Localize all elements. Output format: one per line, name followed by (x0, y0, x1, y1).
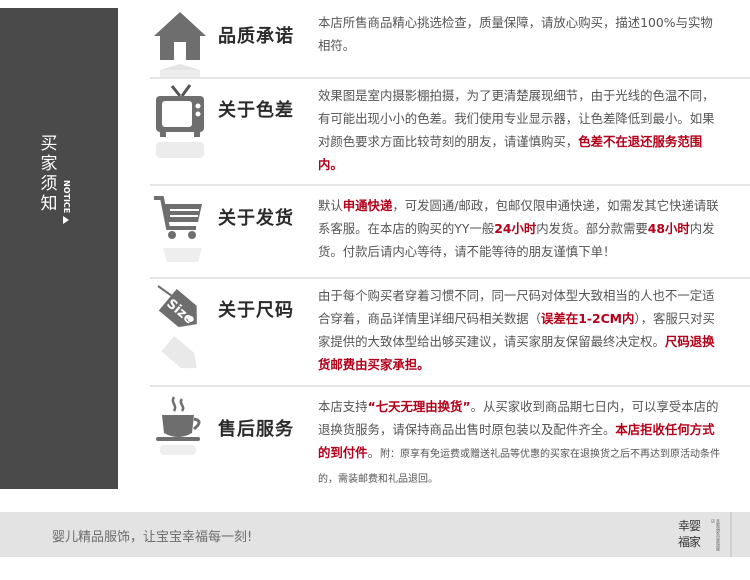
row-title: 售后服务 (218, 419, 294, 440)
row-text: 本店支持“七天无理由换货”。从买家收到商品期七日内，可以享受本店的退换货服务，请… (318, 399, 720, 485)
brand-logo: 幸婴福家 幸婴福家母婴旗舰店 (678, 518, 724, 552)
divider (150, 385, 750, 387)
row-text: 效果图是室内摄影棚拍摄，为了更清楚展现细节，由于光线的色温不同，有可能出现小小的… (318, 88, 715, 172)
notice-row-color: 关于色差 效果图是室内摄影棚拍摄，为了更清楚展现细节，由于光线的色温不同，有可能… (150, 82, 750, 182)
row-title: 关于尺码 (218, 300, 294, 321)
row-text: 由于每个购买者穿着习惯不同，同一尺码对体型大致相当的人也不一定适合穿着，商品详情… (318, 288, 715, 372)
notice-row-quality: 品质承诺 本店所售商品精心挑选检查，质量保障，请放心购买，描述100%与实物相符… (150, 8, 750, 78)
footer-banner: 婴儿精品服饰，让宝宝幸福每一刻! 幸婴福家 幸婴福家母婴旗舰店 (0, 512, 750, 557)
logo-text: 幸婴福家 (678, 519, 701, 549)
footer-slogan: 婴儿精品服饰，让宝宝幸福每一刻! (52, 530, 253, 545)
notice-row-shipping: 关于发货 默认申通快递，可发圆通/邮政，包邮仅限申通快递，如需发其它快递请联系客… (150, 190, 750, 275)
row-title: 品质承诺 (218, 26, 294, 47)
house-icon (150, 8, 210, 88)
size-tag-icon: Size (150, 282, 210, 369)
cart-icon (150, 190, 210, 270)
divider (150, 77, 750, 79)
row-text: 本店所售商品精心挑选检查，质量保障，请放心购买，描述100%与实物相符。 (318, 15, 713, 53)
footer-edge-line (730, 512, 732, 557)
coffee-cup-icon (150, 393, 210, 473)
notice-row-after-sales: 售后服务 本店支持“七天无理由换货”。从买家收到商品期七日内，可以享受本店的退换… (150, 393, 750, 488)
sidebar-notice-label: NOTICE (62, 180, 71, 214)
divider (150, 184, 750, 186)
logo-subtext: 幸婴福家母婴旗舰店 (711, 519, 721, 551)
row-title: 关于色差 (218, 100, 294, 121)
divider (150, 277, 750, 279)
row-title: 关于发货 (218, 208, 294, 229)
sidebar-title: 买家须知 (40, 134, 58, 214)
row-text: 默认申通快递，可发圆通/邮政，包邮仅限申通快递，如需发其它快递请联系客服。在本店… (318, 198, 719, 259)
tv-icon (150, 82, 210, 162)
play-arrow-icon (63, 216, 69, 224)
sidebar-panel: 买家须知 NOTICE (0, 8, 118, 489)
notice-row-size: Size 关于尺码 由于每个购买者穿着习惯不同，同一尺码对体型大致相当的人也不一… (150, 282, 750, 382)
